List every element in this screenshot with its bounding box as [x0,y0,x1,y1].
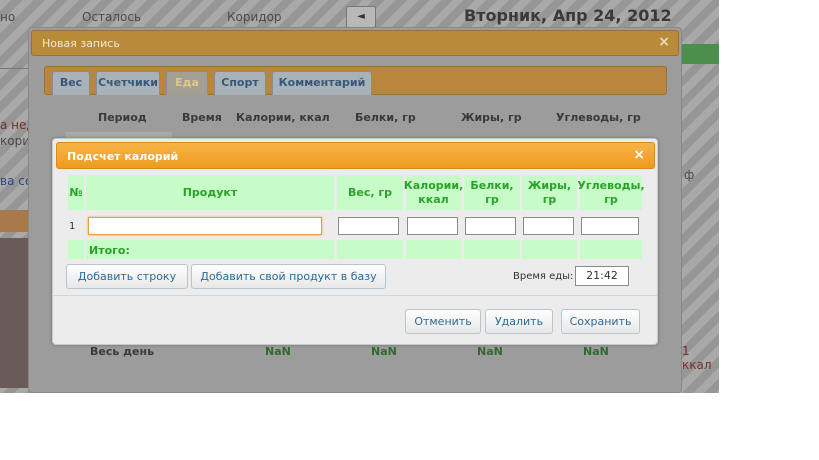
weight-input[interactable] [338,217,399,235]
meal-time-label: Время еды: [513,271,574,282]
col-fat: Жиры, гр [461,111,522,124]
total-cell-fat [522,240,577,259]
bg-col-1: но [0,10,16,24]
close-icon[interactable]: × [658,34,670,50]
header-carbs: Углеводы, гр [577,175,645,210]
bg-col-remaining: Осталось [82,10,142,24]
total-cell-calories [406,240,461,259]
add-row-button[interactable]: Добавить строку [66,264,188,289]
fat-input[interactable] [523,217,574,235]
tab-sport[interactable]: Спорт [214,71,266,95]
bg-col-corridor: Коридор [227,10,282,24]
bg-green-strip [680,44,719,64]
calorie-dialog-titlebar: Подсчет калорий × [56,142,655,169]
carbs-input[interactable] [581,217,639,235]
whole-day-calories: NaN [265,345,291,358]
cancel-button[interactable]: Отменить [405,309,481,334]
calories-input[interactable] [407,217,458,235]
prev-day-button[interactable]: ◄ [346,6,376,28]
header-carbs-line1: Углеводы, [577,178,645,192]
bg-divider [0,68,28,69]
header-calories: Калории, ккал [403,175,464,210]
tab-comment[interactable]: Комментарий [272,71,372,95]
col-protein: Белки, гр [355,111,416,124]
bg-fragment-kcal: 1 ккал [682,344,712,372]
header-weight: Вес, гр [337,175,403,210]
entry-tabs: Вес Счетчики Еда Спорт Комментарий [44,66,667,95]
total-cell-protein [464,240,520,259]
header-carbs-line2: гр [604,192,618,206]
calorie-count-dialog: Подсчет калорий × № Продукт Вес, гр Кало… [52,138,658,345]
col-carbs: Углеводы, гр [556,111,641,124]
col-time: Время [182,111,222,124]
product-input[interactable] [88,217,322,235]
header-product: Продукт [86,175,334,210]
total-cell-weight [337,240,403,259]
whole-day-protein: NaN [371,345,397,358]
save-button[interactable]: Сохранить [561,309,640,334]
bg-orange-bar [0,210,28,232]
new-entry-titlebar: Новая запись × [31,30,679,56]
total-cell-num [68,240,84,259]
whole-day-carbs: NaN [583,345,609,358]
header-fat: Жиры, гр [522,175,577,210]
bg-avatar [0,238,28,388]
add-product-button[interactable]: Добавить свой продукт в базу [191,264,386,289]
col-period: Период [98,111,147,124]
col-calories: Калории, ккал [236,111,330,124]
page-background: но Осталось Коридор ◄ Вторник, Апр 24, 2… [0,0,719,393]
header-protein: Белки, гр [464,175,520,210]
meal-time-input[interactable]: 21:42 [575,266,629,286]
new-entry-title: Новая запись [42,37,120,50]
total-cell-carbs [580,240,642,259]
header-calories-line2: ккал [418,192,449,206]
row-number: 1 [69,221,76,232]
delete-button[interactable]: Удалить [485,309,553,334]
header-calories-line1: Калории, [403,178,464,192]
dialog-divider [53,295,657,296]
header-num: № [68,175,84,210]
whole-day-label: Весь день [90,345,155,358]
date-title: Вторник, Апр 24, 2012 [464,6,672,25]
total-label: Итого: [89,244,130,257]
whole-day-fat: NaN [477,345,503,358]
tab-weight[interactable]: Вес [52,71,90,95]
tab-counters[interactable]: Счетчики [96,71,160,95]
calorie-dialog-title: Подсчет калорий [67,150,179,163]
bg-fragment-right: ф [684,168,695,182]
close-icon[interactable]: × [633,147,645,163]
protein-input[interactable] [465,217,516,235]
tab-food[interactable]: Еда [166,71,208,95]
